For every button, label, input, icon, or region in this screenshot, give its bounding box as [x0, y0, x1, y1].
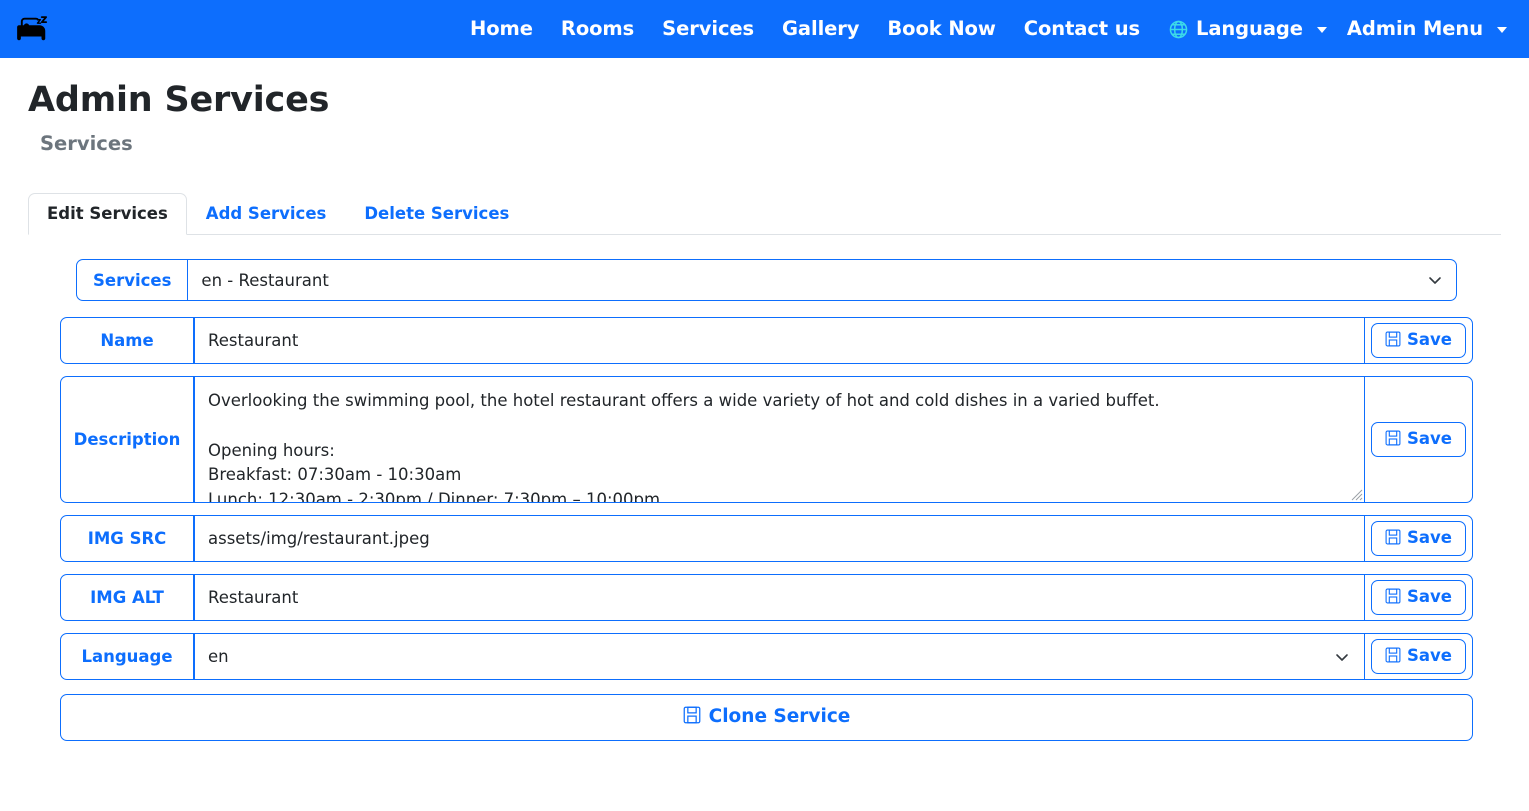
field-input-wrap-language: en — [194, 633, 1364, 680]
field-label-img-src: IMG SRC — [60, 515, 194, 562]
service-selector-dropdown[interactable]: en - Restaurant — [188, 259, 1457, 301]
service-selector-label: Services — [76, 259, 189, 301]
img-alt-input[interactable] — [195, 575, 1364, 620]
nav-dropdown-language-label: Language — [1196, 17, 1303, 40]
save-name-button[interactable]: Save — [1371, 322, 1466, 359]
tab-add-services[interactable]: Add Services — [187, 193, 346, 235]
save-floppy-icon — [1385, 647, 1401, 667]
tabs-nav: Edit Services Add Services Delete Servic… — [28, 193, 1501, 235]
page-title: Admin Services — [28, 80, 330, 120]
nav-link-rooms[interactable]: Rooms — [547, 0, 648, 58]
page-subtitle: Services — [40, 132, 133, 155]
field-save-cell-img-alt: Save — [1364, 574, 1473, 621]
tab-delete-services[interactable]: Delete Services — [345, 193, 528, 235]
clone-service-button[interactable]: Clone Service — [60, 694, 1473, 741]
field-input-wrap-img-src — [194, 515, 1364, 562]
field-label-language: Language — [60, 633, 194, 680]
save-language-button[interactable]: Save — [1371, 638, 1466, 675]
hotel-bed-zzz-icon — [16, 14, 52, 44]
save-floppy-icon — [1385, 430, 1401, 450]
brand-logo-link[interactable] — [16, 14, 52, 44]
field-input-wrap-name — [194, 317, 1364, 364]
field-label-img-alt: IMG ALT — [60, 574, 194, 621]
clone-service-wrap: Clone Service — [60, 694, 1473, 741]
save-floppy-icon — [1385, 331, 1401, 351]
img-src-input[interactable] — [195, 516, 1364, 561]
nav-link-contact-us[interactable]: Contact us — [1010, 0, 1154, 58]
clone-service-label: Clone Service — [708, 706, 851, 727]
page-container: Admin Services Services Edit Services Ad… — [0, 80, 1529, 741]
save-img-alt-button[interactable]: Save — [1371, 579, 1466, 616]
language-select[interactable]: en — [195, 634, 1364, 679]
globe-icon — [1168, 19, 1189, 40]
chevron-down-icon — [1497, 27, 1507, 33]
save-floppy-icon — [683, 706, 701, 729]
field-rows: Name Save — [60, 317, 1473, 680]
name-input[interactable] — [195, 318, 1364, 363]
save-description-button[interactable]: Save — [1371, 421, 1466, 458]
field-save-cell-language: Save — [1364, 633, 1473, 680]
save-img-src-button[interactable]: Save — [1371, 520, 1466, 557]
nav-dropdown-language[interactable]: Language — [1154, 0, 1333, 58]
edit-services-panel: Services en - Restaurant Name Restaurant… — [28, 259, 1501, 741]
field-row-img-alt: IMG ALT Save — [60, 574, 1473, 621]
save-floppy-icon — [1385, 588, 1401, 608]
field-row-name: Name Save — [60, 317, 1473, 364]
field-row-img-src: IMG SRC Save — [60, 515, 1473, 562]
field-input-wrap-description: Overlooking the swimming pool, the hotel… — [194, 376, 1364, 503]
tab-edit-services[interactable]: Edit Services — [28, 193, 187, 235]
save-name-label: Save — [1407, 330, 1452, 350]
nav-dropdown-admin-menu-label: Admin Menu — [1346, 17, 1483, 40]
top-navbar: Home Rooms Services Gallery Book Now Con… — [0, 0, 1529, 58]
chevron-down-icon — [1316, 27, 1327, 33]
field-label-name: Name — [60, 317, 194, 364]
save-img-alt-label: Save — [1407, 587, 1452, 607]
field-row-description: Description Overlooking the swimming poo… — [60, 376, 1473, 503]
description-textarea[interactable]: Overlooking the swimming pool, the hotel… — [195, 377, 1364, 502]
nav-links: Home Rooms Services Gallery Book Now Con… — [456, 0, 1513, 58]
save-language-label: Save — [1407, 646, 1452, 666]
save-floppy-icon — [1385, 529, 1401, 549]
nav-dropdown-admin-menu[interactable]: Admin Menu — [1333, 0, 1513, 58]
save-description-label: Save — [1407, 429, 1452, 449]
field-save-cell-name: Save — [1364, 317, 1473, 364]
nav-link-gallery[interactable]: Gallery — [768, 0, 873, 58]
field-input-wrap-img-alt — [194, 574, 1364, 621]
nav-link-services[interactable]: Services — [648, 0, 768, 58]
nav-link-home[interactable]: Home — [456, 0, 547, 58]
field-save-cell-description: Save — [1364, 376, 1473, 503]
nav-link-book-now[interactable]: Book Now — [873, 0, 1009, 58]
field-label-description: Description — [60, 376, 194, 503]
field-row-language: Language en Save — [60, 633, 1473, 680]
service-selector-group: Services en - Restaurant — [76, 259, 1457, 301]
field-save-cell-img-src: Save — [1364, 515, 1473, 562]
save-img-src-label: Save — [1407, 528, 1452, 548]
